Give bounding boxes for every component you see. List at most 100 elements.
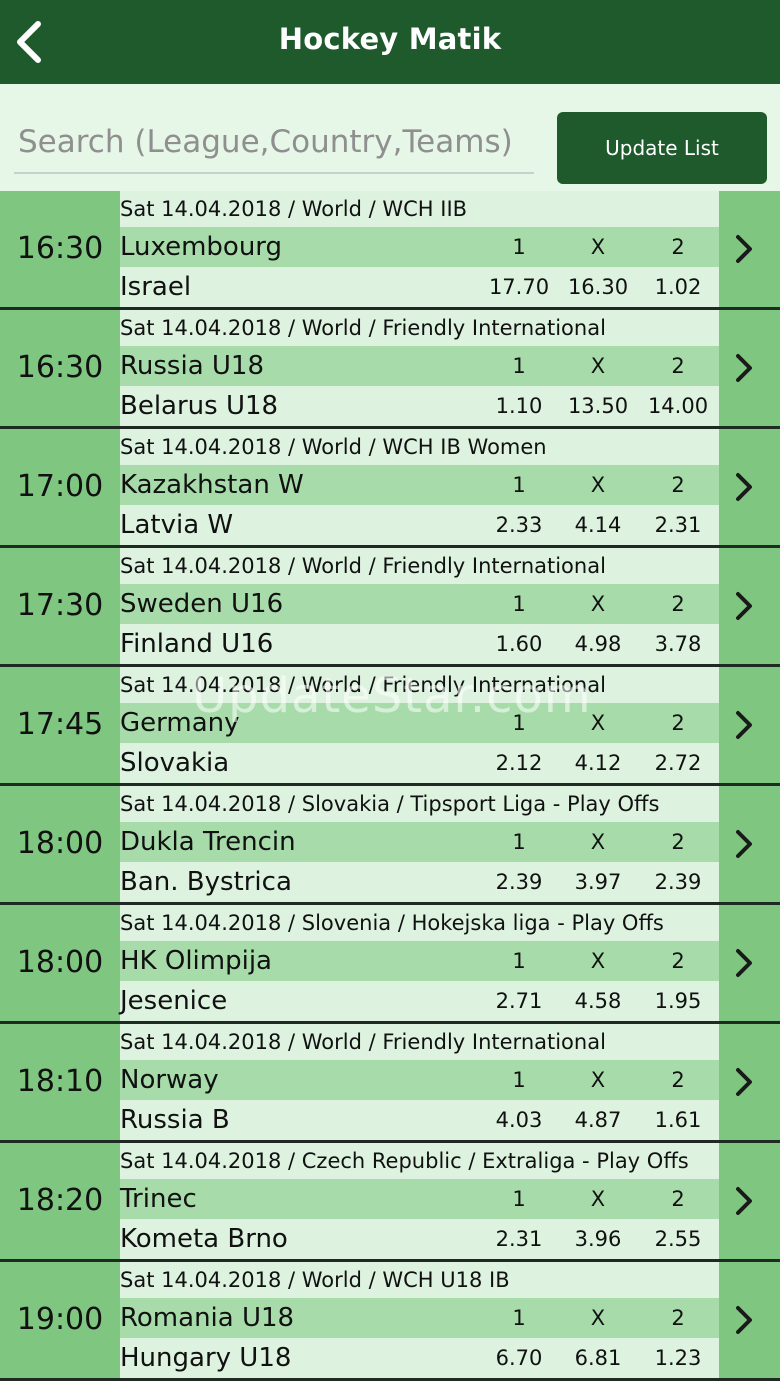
home-team-name: HK Olimpija <box>120 946 272 976</box>
odd-label-x: X <box>590 592 606 616</box>
chevron-right-icon <box>736 1187 752 1215</box>
away-team-name: Russia B <box>120 1105 230 1135</box>
odd-label-x: X <box>590 1187 606 1211</box>
match-time: 18:00 <box>0 786 120 902</box>
odd-label-1: 1 <box>512 1306 526 1330</box>
away-team-name: Hungary U18 <box>120 1343 292 1373</box>
match-detail-button[interactable] <box>719 1143 780 1259</box>
match-row[interactable]: 17:00 Sat 14.04.2018 / World / WCH IB Wo… <box>0 429 780 548</box>
odd-value-x: 16.30 <box>567 275 629 299</box>
odd-label-2: 2 <box>671 1068 685 1092</box>
odd-label-1: 1 <box>512 1187 526 1211</box>
match-row[interactable]: 16:30 Sat 14.04.2018 / World / WCH IIB L… <box>0 191 780 310</box>
odd-value-1: 17.70 <box>488 275 550 299</box>
away-team-name: Slovakia <box>120 748 230 778</box>
chevron-right-icon <box>736 830 752 858</box>
odd-value-2: 2.55 <box>654 1227 702 1251</box>
home-team-row: Romania U18 1 X 2 <box>120 1298 719 1338</box>
odd-value-2: 1.61 <box>654 1108 702 1132</box>
odd-value-2: 1.95 <box>654 989 702 1013</box>
match-detail-button[interactable] <box>719 191 780 307</box>
away-team-row: Hungary U18 6.70 6.81 1.23 <box>120 1338 719 1378</box>
away-team-row: Israel 17.70 16.30 1.02 <box>120 267 719 307</box>
match-row[interactable]: 18:00 Sat 14.04.2018 / Slovenia / Hokejs… <box>0 905 780 1024</box>
odd-label-x: X <box>590 235 606 259</box>
away-team-row: Belarus U18 1.10 13.50 14.00 <box>120 386 719 426</box>
odd-label-2: 2 <box>671 592 685 616</box>
match-detail-button[interactable] <box>719 310 780 426</box>
odd-label-2: 2 <box>671 1306 685 1330</box>
odd-label-2: 2 <box>671 235 685 259</box>
home-team-row: Luxembourg 1 X 2 <box>120 227 719 267</box>
odd-value-1: 2.31 <box>495 1227 543 1251</box>
away-team-row: Latvia W 2.33 4.14 2.31 <box>120 505 719 545</box>
odd-label-2: 2 <box>671 949 685 973</box>
match-time: 17:30 <box>0 548 120 664</box>
match-row[interactable]: 18:00 Sat 14.04.2018 / Slovakia / Tipspo… <box>0 786 780 905</box>
odd-value-2: 14.00 <box>647 394 709 418</box>
match-row[interactable]: 17:45 Sat 14.04.2018 / World / Friendly … <box>0 667 780 786</box>
odd-value-1: 2.12 <box>495 751 543 775</box>
match-detail-button[interactable] <box>719 548 780 664</box>
away-team-row: Russia B 4.03 4.87 1.61 <box>120 1100 719 1140</box>
away-team-name: Ban. Bystrica <box>120 867 292 897</box>
match-detail-button[interactable] <box>719 786 780 902</box>
home-team-row: Trinec 1 X 2 <box>120 1179 719 1219</box>
odd-value-1: 2.71 <box>495 989 543 1013</box>
home-team-name: Germany <box>120 708 240 738</box>
match-league-header: Sat 14.04.2018 / World / Friendly Intern… <box>120 310 719 346</box>
match-row[interactable]: 16:30 Sat 14.04.2018 / World / Friendly … <box>0 310 780 429</box>
odd-value-x: 4.14 <box>574 513 622 537</box>
home-team-row: Norway 1 X 2 <box>120 1060 719 1100</box>
home-team-row: Germany 1 X 2 <box>120 703 719 743</box>
match-league-header: Sat 14.04.2018 / World / WCH IIB <box>120 191 719 227</box>
chevron-right-icon <box>736 1068 752 1096</box>
update-list-button[interactable]: Update List <box>557 112 767 184</box>
match-league-header: Sat 14.04.2018 / Slovakia / Tipsport Lig… <box>120 786 719 822</box>
home-team-row: HK Olimpija 1 X 2 <box>120 941 719 981</box>
away-team-row: Slovakia 2.12 4.12 2.72 <box>120 743 719 783</box>
odd-value-1: 2.33 <box>495 513 543 537</box>
search-input[interactable] <box>14 112 534 174</box>
odd-value-x: 3.97 <box>574 870 622 894</box>
match-list[interactable]: 16:30 Sat 14.04.2018 / World / WCH IIB L… <box>0 191 780 1381</box>
match-league-header: Sat 14.04.2018 / World / Friendly Intern… <box>120 548 719 584</box>
odd-value-x: 13.50 <box>567 394 629 418</box>
match-row[interactable]: 19:00 Sat 14.04.2018 / World / WCH U18 I… <box>0 1262 780 1381</box>
match-league-header: Sat 14.04.2018 / World / WCH IB Women <box>120 429 719 465</box>
odd-value-x: 4.58 <box>574 989 622 1013</box>
match-detail-button[interactable] <box>719 667 780 783</box>
odd-label-2: 2 <box>671 711 685 735</box>
home-team-row: Dukla Trencin 1 X 2 <box>120 822 719 862</box>
match-detail-button[interactable] <box>719 1024 780 1140</box>
odd-label-1: 1 <box>512 235 526 259</box>
home-team-row: Sweden U16 1 X 2 <box>120 584 719 624</box>
match-row[interactable]: 18:10 Sat 14.04.2018 / World / Friendly … <box>0 1024 780 1143</box>
match-time: 16:30 <box>0 310 120 426</box>
odd-value-x: 4.12 <box>574 751 622 775</box>
match-time: 18:10 <box>0 1024 120 1140</box>
away-team-row: Finland U16 1.60 4.98 3.78 <box>120 624 719 664</box>
odd-label-x: X <box>590 949 606 973</box>
match-detail-button[interactable] <box>719 905 780 1021</box>
away-team-row: Ban. Bystrica 2.39 3.97 2.39 <box>120 862 719 902</box>
home-team-name: Kazakhstan W <box>120 470 304 500</box>
odd-label-1: 1 <box>512 711 526 735</box>
page-title: Hockey Matik <box>278 22 502 56</box>
odd-label-2: 2 <box>671 1187 685 1211</box>
match-row[interactable]: 17:30 Sat 14.04.2018 / World / Friendly … <box>0 548 780 667</box>
match-detail-button[interactable] <box>719 429 780 545</box>
chevron-right-icon <box>736 592 752 620</box>
odd-label-x: X <box>590 711 606 735</box>
match-league-header: Sat 14.04.2018 / World / Friendly Intern… <box>120 1024 719 1060</box>
odd-label-x: X <box>590 1306 606 1330</box>
home-team-row: Russia U18 1 X 2 <box>120 346 719 386</box>
home-team-name: Dukla Trencin <box>120 827 296 857</box>
odd-value-x: 3.96 <box>574 1227 622 1251</box>
match-time: 18:00 <box>0 905 120 1021</box>
odd-value-x: 4.98 <box>574 632 622 656</box>
match-detail-button[interactable] <box>719 1262 780 1378</box>
odd-value-2: 3.78 <box>654 632 702 656</box>
match-row[interactable]: 18:20 Sat 14.04.2018 / Czech Republic / … <box>0 1143 780 1262</box>
odd-label-1: 1 <box>512 830 526 854</box>
